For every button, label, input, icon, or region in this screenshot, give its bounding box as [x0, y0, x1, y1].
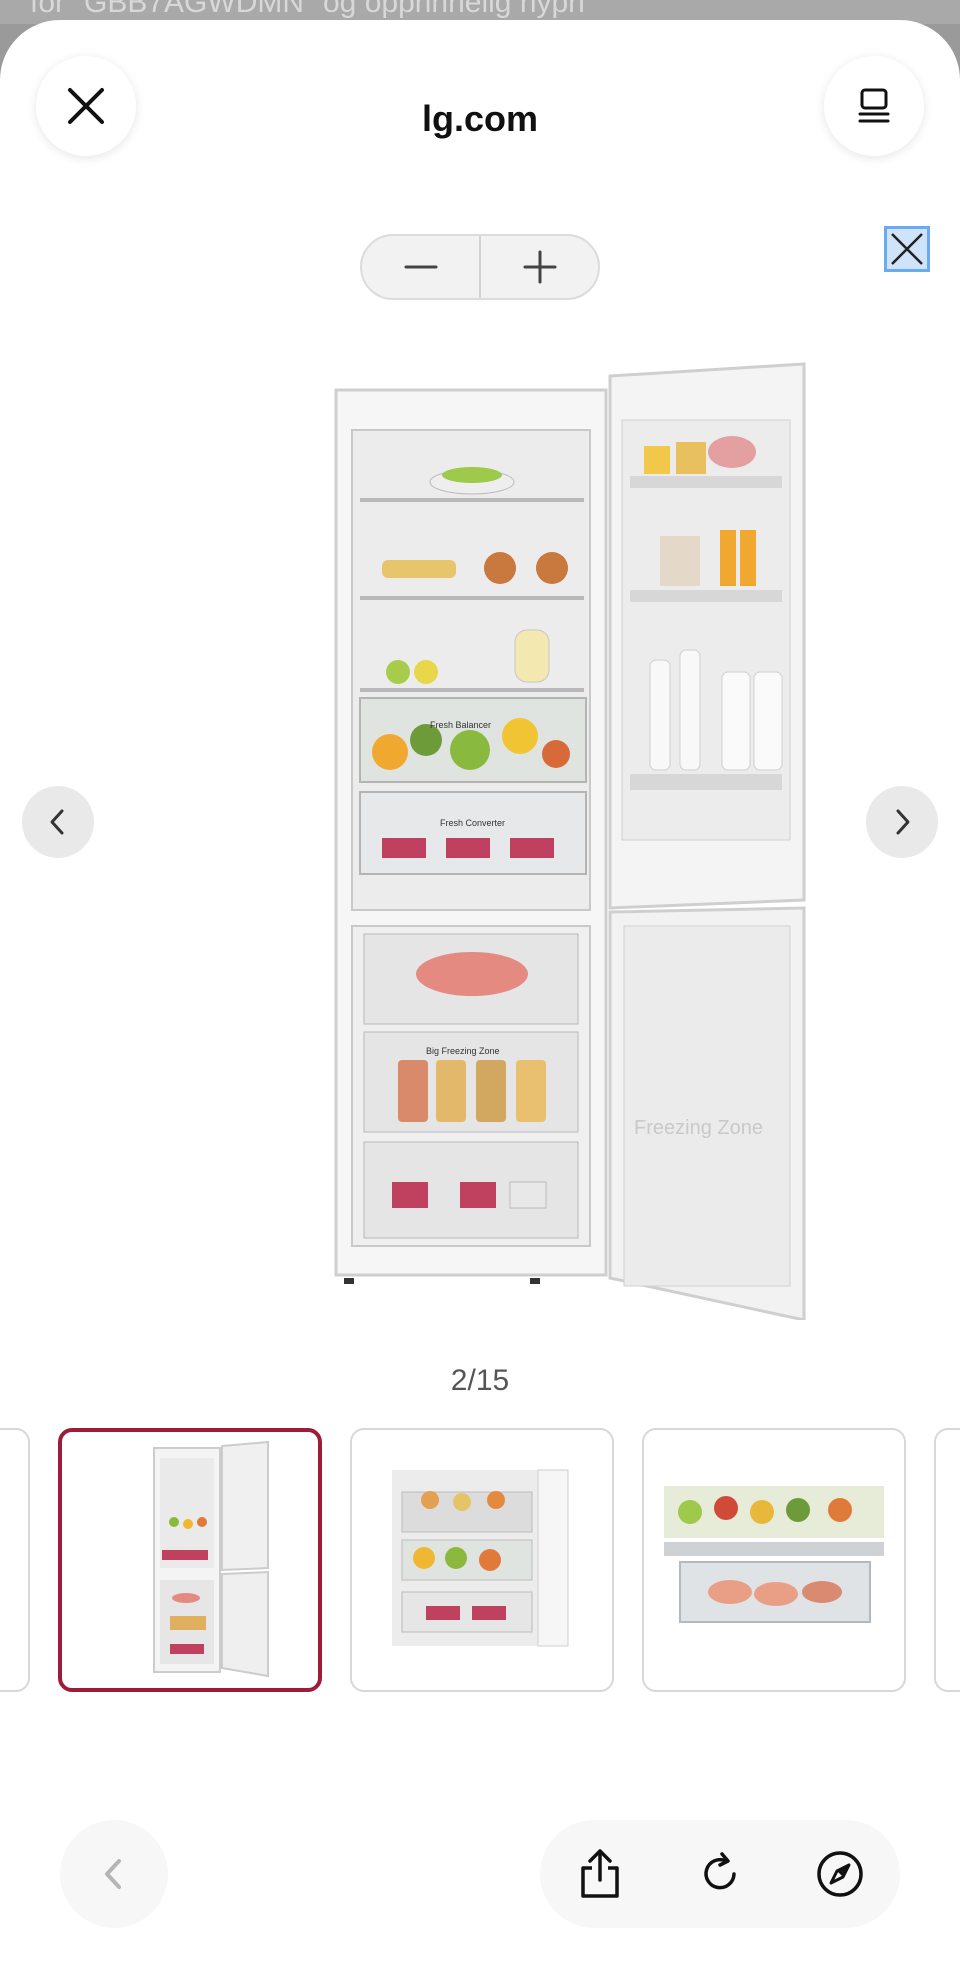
product-image[interactable]: Fresh Balancer Fresh Converter Big Freez…	[330, 360, 810, 1322]
zoom-control	[360, 234, 600, 300]
back-button[interactable]	[60, 1820, 168, 1928]
thumbnail-3[interactable]	[350, 1428, 614, 1692]
image-counter: 2/15	[450, 1364, 510, 1397]
fridge-illustration: Fresh Balancer Fresh Converter Big Freez…	[334, 362, 806, 1322]
tabs-icon	[858, 88, 890, 123]
thumbnail-1[interactable]	[0, 1428, 30, 1692]
chevron-left-icon	[50, 809, 64, 835]
previous-image-button[interactable]	[22, 786, 94, 858]
reload-icon	[704, 1852, 736, 1890]
thumbnail-fridge-open	[153, 1440, 269, 1678]
thumbnail-4[interactable]	[642, 1428, 906, 1692]
thumbnail-5[interactable]	[934, 1428, 960, 1692]
share-button[interactable]	[560, 1834, 640, 1914]
thumbnail-fresh-drawer	[664, 1486, 884, 1623]
thumbnail-2-selected[interactable]	[58, 1428, 322, 1692]
background-partial-text: for "GBB7AGWDMN" og opprinnelig hypn	[30, 0, 585, 19]
chevron-left-icon	[105, 1859, 121, 1889]
plus-icon	[523, 250, 556, 284]
share-icon	[581, 1849, 619, 1898]
big-freezing-zone-label: Big Freezing Zone	[426, 1046, 500, 1056]
open-in-safari-button[interactable]	[800, 1834, 880, 1914]
fresh-balancer-label: Fresh Balancer	[430, 720, 491, 730]
image-viewer-sheet: lg.com Fresh Balancer Fresh Converter Bi…	[0, 20, 960, 1969]
zoom-out-button[interactable]	[362, 236, 479, 298]
thumbnail-fridge-interior	[392, 1469, 569, 1647]
compass-icon	[817, 1851, 863, 1897]
page-title: lg.com	[421, 98, 538, 139]
minus-icon	[404, 265, 437, 269]
next-image-button[interactable]	[866, 786, 938, 858]
tabs-button[interactable]	[824, 56, 924, 156]
bottom-toolbar	[540, 1820, 900, 1928]
close-icon	[891, 233, 923, 265]
chevron-right-icon	[896, 809, 910, 835]
fresh-converter-label: Fresh Converter	[440, 818, 505, 828]
reload-button[interactable]	[680, 1834, 760, 1914]
image-close-box[interactable]	[884, 226, 930, 272]
freezing-zone-label: Freezing Zone	[634, 1117, 763, 1139]
zoom-in-button[interactable]	[481, 236, 598, 298]
